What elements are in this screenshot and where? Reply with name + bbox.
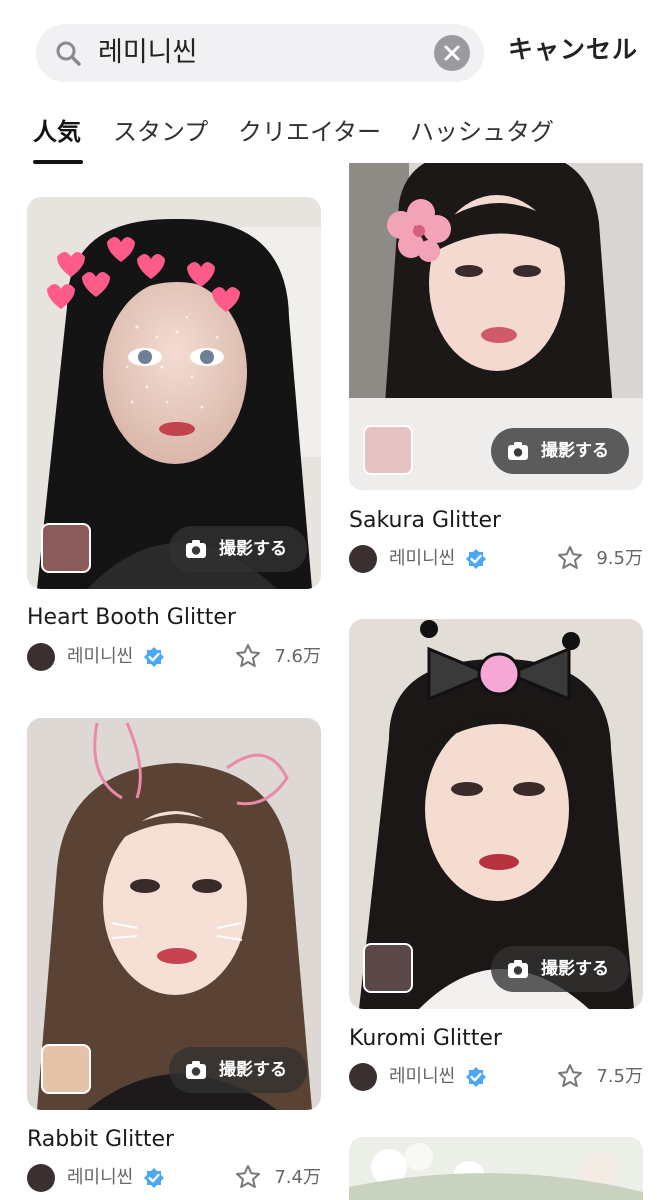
effect-card[interactable]: 撮影する Heart Booth Glitter 레미니씬 7.6万 bbox=[27, 197, 321, 677]
creator-name[interactable]: 레미니씬 bbox=[389, 1063, 455, 1091]
verified-icon bbox=[466, 549, 486, 569]
star-icon[interactable] bbox=[235, 1164, 261, 1190]
shoot-button[interactable]: 撮影する bbox=[491, 428, 629, 474]
favorite-count: 7.4万 bbox=[274, 1167, 321, 1188]
star-icon[interactable] bbox=[557, 1063, 583, 1089]
tab-creators[interactable]: クリエイター bbox=[238, 114, 381, 150]
tab-popular[interactable]: 人気 bbox=[33, 114, 81, 150]
shoot-button-label: 撮影する bbox=[219, 539, 287, 559]
creator-name[interactable]: 레미니씬 bbox=[389, 545, 455, 573]
effect-thumbnail bbox=[41, 523, 91, 573]
creator-name[interactable]: 레미니씬 bbox=[67, 1164, 133, 1192]
effect-preview-image[interactable]: 撮影する bbox=[27, 197, 321, 589]
shoot-button-label: 撮影する bbox=[219, 1060, 287, 1080]
shoot-button[interactable]: 撮影する bbox=[169, 1047, 307, 1093]
avatar[interactable] bbox=[349, 545, 377, 573]
effect-thumbnail bbox=[363, 943, 413, 993]
effect-title: Rabbit Glitter bbox=[27, 1127, 175, 1152]
camera-icon bbox=[508, 442, 528, 460]
effect-preview-image[interactable]: 撮影する bbox=[349, 163, 643, 490]
tab-bar: 人気 スタンプ クリエイター ハッシュタグ bbox=[0, 108, 671, 164]
clear-icon bbox=[444, 45, 460, 61]
effect-thumbnail bbox=[41, 1044, 91, 1094]
search-header: 레미니씬 キャンセル bbox=[0, 0, 671, 100]
effect-preview-image[interactable] bbox=[349, 1137, 643, 1200]
creator-name[interactable]: 레미니씬 bbox=[67, 643, 133, 671]
effect-card[interactable]: 撮影する Rabbit Glitter 레미니씬 7.4万 bbox=[27, 718, 321, 1200]
search-bar[interactable]: 레미니씬 bbox=[36, 24, 484, 82]
search-input[interactable]: 레미니씬 bbox=[98, 36, 197, 70]
effect-meta: 레미니씬 9.5万 bbox=[349, 542, 643, 576]
effect-preview-image[interactable]: 撮影する bbox=[27, 718, 321, 1110]
avatar[interactable] bbox=[27, 643, 55, 671]
shoot-button[interactable]: 撮影する bbox=[491, 946, 629, 992]
shoot-button[interactable]: 撮影する bbox=[169, 526, 307, 572]
star-icon[interactable] bbox=[235, 643, 261, 669]
avatar[interactable] bbox=[349, 1063, 377, 1091]
tab-hashtags[interactable]: ハッシュタグ bbox=[410, 114, 554, 150]
effect-title: Kuromi Glitter bbox=[349, 1026, 502, 1051]
tab-stamps[interactable]: スタンプ bbox=[113, 114, 208, 150]
verified-icon bbox=[144, 647, 164, 667]
verified-icon bbox=[466, 1067, 486, 1087]
cancel-button[interactable]: キャンセル bbox=[508, 32, 638, 68]
favorite-count: 9.5万 bbox=[596, 548, 643, 569]
camera-icon bbox=[186, 1061, 206, 1079]
effect-thumbnail bbox=[363, 425, 413, 475]
shoot-button-label: 撮影する bbox=[541, 441, 609, 461]
effect-title: Heart Booth Glitter bbox=[27, 605, 236, 630]
camera-icon bbox=[508, 960, 528, 978]
effect-card[interactable]: 撮影する Kuromi Glitter 레미니씬 7.5万 bbox=[349, 619, 643, 1099]
effect-title: Sakura Glitter bbox=[349, 508, 502, 533]
favorite-count: 7.6万 bbox=[274, 646, 321, 667]
camera-icon bbox=[186, 540, 206, 558]
favorite-count: 7.5万 bbox=[596, 1066, 643, 1087]
avatar[interactable] bbox=[27, 1164, 55, 1192]
verified-icon bbox=[144, 1168, 164, 1188]
effect-card[interactable]: 撮影する Sakura Glitter 레미니씬 9.5万 bbox=[349, 163, 643, 580]
star-icon[interactable] bbox=[557, 545, 583, 571]
clear-search-button[interactable] bbox=[434, 35, 470, 71]
shoot-button-label: 撮影する bbox=[541, 959, 609, 979]
effect-meta: 레미니씬 7.4万 bbox=[27, 1161, 321, 1195]
effect-meta: 레미니씬 7.6万 bbox=[27, 640, 321, 674]
active-tab-indicator bbox=[33, 160, 83, 164]
effect-meta: 레미니씬 7.5万 bbox=[349, 1060, 643, 1094]
effect-card[interactable] bbox=[349, 1137, 643, 1200]
effect-preview-image[interactable]: 撮影する bbox=[349, 619, 643, 1009]
search-icon bbox=[56, 41, 81, 66]
